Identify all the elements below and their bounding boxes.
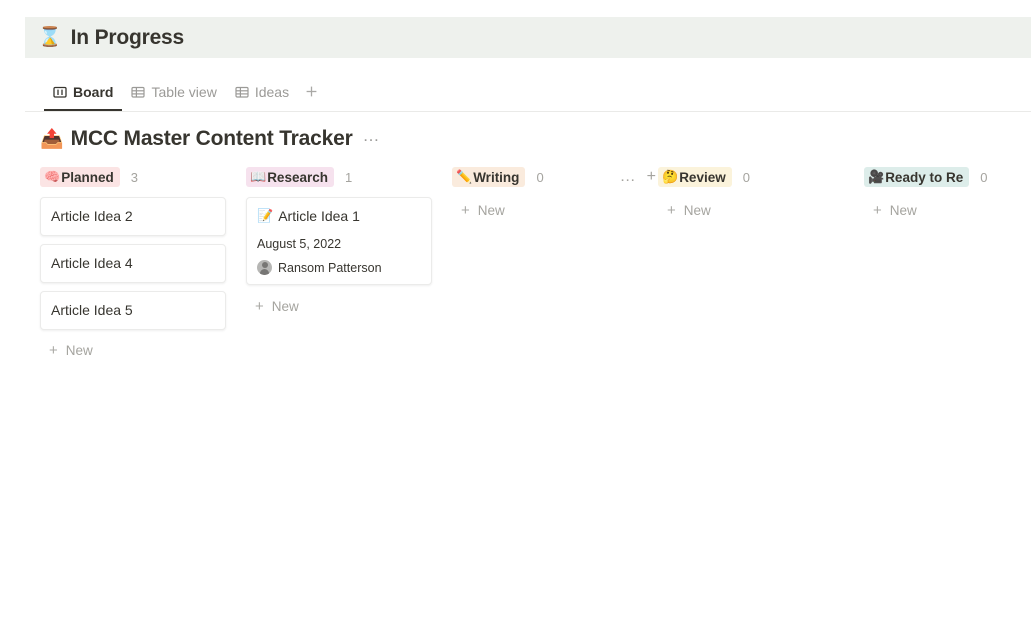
page-banner: ⌛ In Progress (25, 17, 1031, 58)
board-card[interactable]: 📝 Article Idea 1 August 5, 2022 Ransom P… (246, 197, 432, 285)
column-header[interactable]: 📖 Research 1 (246, 165, 432, 189)
new-card-label: New (66, 343, 93, 358)
column-menu-button[interactable]: … (620, 173, 637, 181)
hourglass-emoji: ⌛ (38, 28, 62, 47)
new-card-button[interactable]: + New (452, 197, 638, 223)
card-title: Article Idea 2 (51, 207, 215, 226)
plus-icon (305, 85, 318, 98)
board-card[interactable]: Article Idea 4 (40, 244, 226, 283)
tab-ideas-label: Ideas (255, 84, 289, 100)
column-header[interactable]: 🧠 Planned 3 (40, 165, 226, 189)
page-title: In Progress (71, 26, 184, 50)
tab-table-view[interactable]: Table view (122, 72, 225, 111)
pencil-emoji: ✏️ (456, 171, 472, 184)
column-name: Review (679, 170, 726, 185)
board-card[interactable]: Article Idea 5 (40, 291, 226, 330)
board-icon (53, 85, 67, 99)
column-name: Planned (61, 170, 114, 185)
new-card-button[interactable]: + New (658, 197, 844, 223)
outbox-tray-emoji: 📤 (40, 130, 64, 149)
new-card-label: New (272, 299, 299, 314)
status-badge: 🤔 Review (658, 167, 732, 187)
database-title[interactable]: MCC Master Content Tracker (71, 127, 353, 151)
thinking-face-emoji: 🤔 (662, 171, 678, 184)
tab-board-label: Board (73, 84, 113, 100)
card-title: Article Idea 4 (51, 254, 215, 273)
column-count: 0 (536, 170, 543, 185)
table-icon (131, 85, 145, 99)
column-count: 3 (131, 170, 138, 185)
tab-table-view-label: Table view (151, 84, 216, 100)
card-title-text: Article Idea 1 (278, 207, 360, 226)
column-header[interactable]: 🤔 Review 0 (658, 165, 844, 189)
plus-icon: + (461, 203, 470, 218)
column-name: Writing (473, 170, 519, 185)
column-add-button[interactable]: + (647, 172, 656, 182)
column-count: 0 (743, 170, 750, 185)
kanban-board: 🧠 Planned 3 Article Idea 2 Article Idea … (40, 165, 1031, 364)
card-person: Ransom Patterson (257, 260, 421, 275)
board-card[interactable]: Article Idea 2 (40, 197, 226, 236)
column-name: Research (267, 170, 328, 185)
status-badge: ✏️ Writing (452, 167, 525, 187)
status-badge: 📖 Research (246, 167, 334, 187)
new-card-label: New (890, 203, 917, 218)
plus-icon: + (873, 203, 882, 218)
movie-camera-emoji: 🎥 (868, 171, 884, 184)
new-card-button[interactable]: + New (40, 338, 226, 364)
database-title-row: 📤 MCC Master Content Tracker … (40, 125, 381, 153)
table-icon (235, 85, 249, 99)
new-card-label: New (478, 203, 505, 218)
new-card-button[interactable]: + New (246, 293, 432, 319)
card-title: 📝 Article Idea 1 (257, 207, 421, 226)
column-count: 0 (980, 170, 987, 185)
database-menu-button[interactable]: … (363, 131, 381, 147)
memo-emoji: 📝 (257, 210, 273, 223)
tab-ideas[interactable]: Ideas (226, 72, 298, 111)
add-view-button[interactable] (298, 72, 324, 111)
open-book-emoji: 📖 (250, 171, 266, 184)
column-header[interactable]: ✏️ Writing 0 … + (452, 165, 638, 189)
column-name: Ready to Re (885, 170, 963, 185)
plus-icon: + (667, 203, 676, 218)
board-column-planned: 🧠 Planned 3 Article Idea 2 Article Idea … (40, 165, 226, 364)
new-card-label: New (684, 203, 711, 218)
brain-emoji: 🧠 (44, 171, 60, 184)
board-column-writing: ✏️ Writing 0 … + + New (452, 165, 638, 364)
column-header[interactable]: 🎥 Ready to Re 0 (864, 165, 1031, 189)
plus-icon: + (49, 343, 58, 358)
plus-icon: + (255, 299, 264, 314)
board-column-research: 📖 Research 1 📝 Article Idea 1 August 5, … (246, 165, 432, 364)
avatar (257, 260, 272, 275)
status-badge: 🎥 Ready to Re (864, 167, 969, 187)
board-column-review: 🤔 Review 0 + New (658, 165, 844, 364)
card-title: Article Idea 5 (51, 301, 215, 320)
column-tools: … + (620, 172, 656, 182)
card-person-name: Ransom Patterson (278, 261, 382, 275)
view-tab-bar: Board Table view Ideas (25, 72, 1031, 112)
column-count: 1 (345, 170, 352, 185)
card-date: August 5, 2022 (257, 236, 421, 252)
tab-board[interactable]: Board (44, 72, 122, 111)
new-card-button[interactable]: + New (864, 197, 1031, 223)
status-badge: 🧠 Planned (40, 167, 120, 187)
board-column-ready-to-re: 🎥 Ready to Re 0 + New (864, 165, 1031, 364)
